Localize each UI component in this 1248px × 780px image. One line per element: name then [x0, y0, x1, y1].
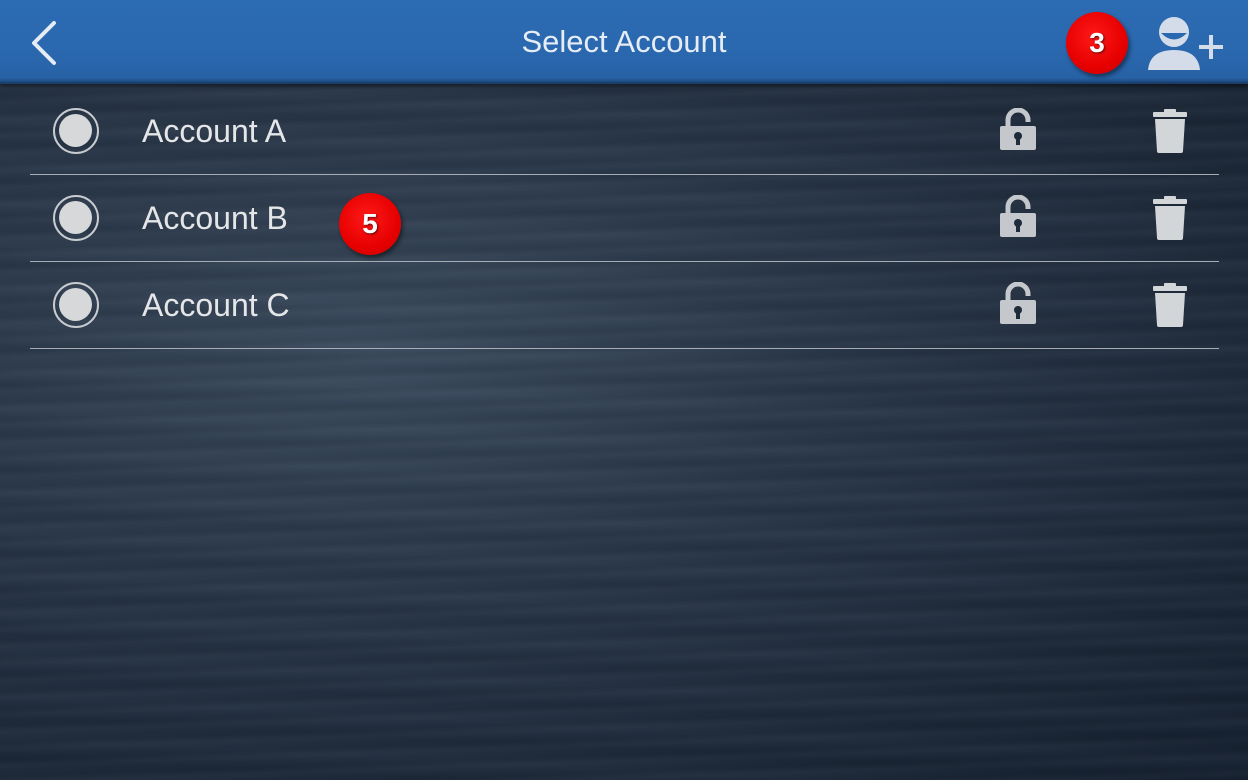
chevron-left-icon [32, 21, 56, 65]
account-name: Account B [142, 200, 288, 236]
lock-button[interactable] [998, 108, 1038, 152]
page-title: Select Account [521, 24, 727, 59]
delete-button[interactable] [1151, 282, 1189, 328]
unlock-icon [1000, 108, 1036, 150]
trash-icon [1153, 196, 1187, 240]
lock-button[interactable] [998, 195, 1038, 239]
trash-icon [1153, 109, 1187, 153]
delete-button[interactable] [1151, 108, 1189, 154]
account-radio[interactable] [53, 282, 99, 328]
add-account-button[interactable] [1142, 12, 1226, 72]
trash-icon [1153, 283, 1187, 327]
unlock-icon [1000, 195, 1036, 237]
account-radio[interactable] [53, 108, 99, 154]
account-radio[interactable] [53, 195, 99, 241]
annotation-badge: 5 [339, 193, 401, 255]
add-user-icon [1148, 17, 1223, 70]
unlock-icon [1000, 282, 1036, 324]
account-row[interactable]: Account B [30, 175, 1219, 262]
annotation-badge: 3 [1066, 12, 1128, 74]
account-list: Account A Account B Account C [30, 88, 1219, 349]
delete-button[interactable] [1151, 195, 1189, 241]
account-name: Account A [142, 113, 287, 149]
account-name: Account C [142, 287, 290, 323]
account-row[interactable]: Account A [30, 88, 1219, 175]
header-bar: Select Account [0, 0, 1248, 84]
account-row[interactable]: Account C [30, 262, 1219, 349]
lock-button[interactable] [998, 282, 1038, 326]
back-button[interactable] [26, 18, 66, 68]
